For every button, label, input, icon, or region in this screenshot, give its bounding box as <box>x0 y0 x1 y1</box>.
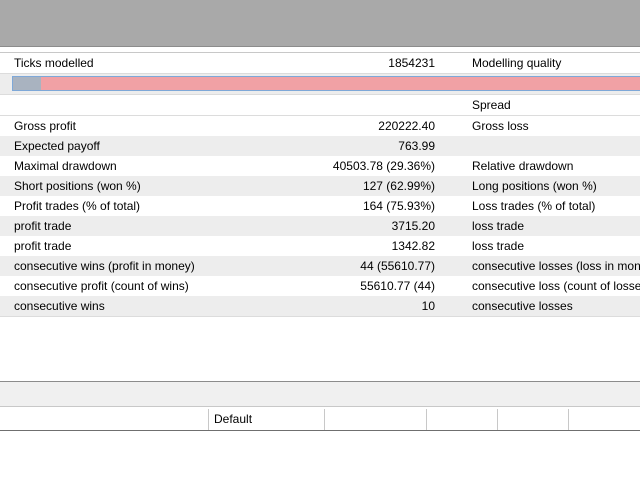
stat-value: 763.99 <box>398 139 435 153</box>
stat-row: consecutive wins 10 consecutive losses <box>0 296 640 317</box>
stat-label: profit trade <box>14 239 72 253</box>
report-table: Ticks modelled 1854231 Modelling quality… <box>0 52 640 317</box>
spread-row: Spread <box>0 95 640 116</box>
modelling-quality-bar <box>12 76 640 91</box>
column-separator <box>426 409 427 430</box>
stat-label: consecutive wins (profit in money) <box>14 259 195 273</box>
stat-label-secondary <box>472 136 640 156</box>
stat-row: consecutive wins (profit in money) 44 (55… <box>0 256 640 277</box>
stat-label-secondary: consecutive losses <box>472 299 573 313</box>
quality-bar-row <box>0 74 640 95</box>
stat-value: 220222.40 <box>378 119 435 133</box>
stat-value: 164 (75.93%) <box>362 199 435 213</box>
stat-value: 55610.77 (44) <box>360 279 435 293</box>
stat-row: Profit trades (% of total) 164 (75.93%) Lo… <box>0 196 640 217</box>
stat-value: 10 <box>421 299 435 313</box>
stat-label-secondary: Gross loss <box>472 119 529 133</box>
stat-row: Gross profit 220222.40 Gross loss <box>0 116 640 137</box>
stat-value: 44 (55610.77) <box>360 259 435 273</box>
stat-label-secondary: consecutive losses (loss in money) <box>472 259 640 273</box>
stat-label: consecutive profit (count of wins) <box>14 279 189 293</box>
stat-label-secondary: Relative drawdown <box>472 159 574 173</box>
stat-row: Short positions (won %) 127 (62.99%) Long … <box>0 176 640 197</box>
column-separator <box>568 409 569 430</box>
stat-label: Profit trades (% of total) <box>14 199 141 213</box>
spread-label: Spread <box>472 98 511 112</box>
stat-row: profit trade 3715.20 loss trade <box>0 216 640 237</box>
stat-label-secondary: loss trade <box>472 219 525 233</box>
grid-cell-default[interactable]: Default <box>214 409 252 430</box>
column-separator <box>208 409 209 430</box>
stat-label-secondary: Long positions (won %) <box>472 179 597 193</box>
quality-label: Modelling quality <box>472 56 562 70</box>
column-separator <box>324 409 325 430</box>
ticks-row: Ticks modelled 1854231 Modelling quality <box>0 53 640 74</box>
modelling-quality-fill <box>13 77 42 90</box>
lower-panel-header <box>0 381 640 407</box>
stat-label: Gross profit <box>14 119 77 133</box>
stat-label: profit trade <box>14 219 72 233</box>
stat-label: Maximal drawdown <box>14 159 117 173</box>
stat-row: profit trade 1342.82 loss trade <box>0 236 640 257</box>
stat-value: 3715.20 <box>391 219 435 233</box>
stat-row: consecutive profit (count of wins) 55610.… <box>0 276 640 297</box>
stat-label-secondary: loss trade <box>472 239 525 253</box>
stat-value: 127 (62.99%) <box>362 179 435 193</box>
stat-row: Maximal drawdown 40503.78 (29.36%) Relativ… <box>0 156 640 177</box>
ticks-value: 1854231 <box>388 56 435 70</box>
ticks-label: Ticks modelled <box>14 56 94 70</box>
stat-label: Expected payoff <box>14 139 100 153</box>
toolbar-area <box>0 0 640 47</box>
stat-label: consecutive wins <box>14 299 105 313</box>
stat-label: Short positions (won %) <box>14 179 141 193</box>
stat-label-secondary: consecutive loss (count of losses) <box>472 279 640 293</box>
grid-row[interactable]: Default <box>0 409 640 431</box>
stat-value: 1342.82 <box>391 239 435 253</box>
stat-label-secondary: Loss trades (% of total) <box>472 199 596 213</box>
column-separator <box>497 409 498 430</box>
stat-row: Expected payoff 763.99 <box>0 136 640 157</box>
stat-value: 40503.78 (29.36%) <box>332 159 435 173</box>
